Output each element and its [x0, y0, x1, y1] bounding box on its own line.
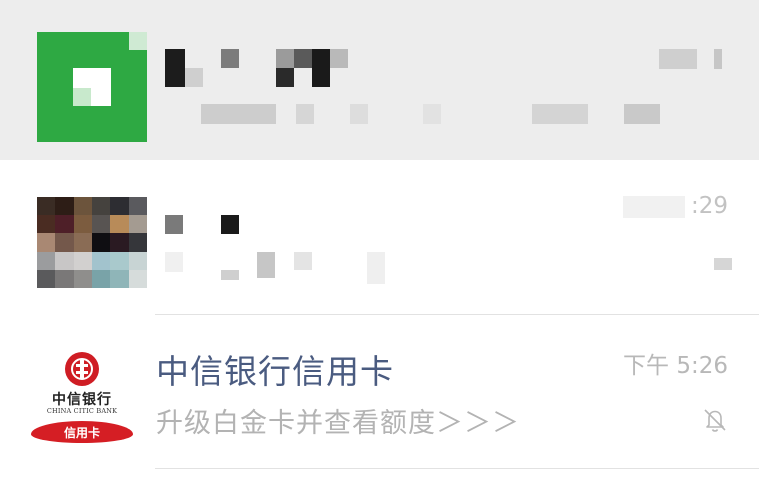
- bell-slash-icon: [704, 409, 726, 432]
- avatar: [37, 197, 147, 288]
- chat-name: 中信银行信用卡: [156, 352, 394, 391]
- avatar-bank-logo: 中信银行 CHINA CITIC BANK 信用卡: [28, 347, 138, 447]
- bank-english-name: CHINA CITIC BANK: [46, 407, 118, 415]
- credit-card-badge: 信用卡: [31, 421, 133, 443]
- chat-preview: 升级白金卡并查看额度＞＞＞: [156, 408, 520, 439]
- chat-time: 下午 5:26: [623, 353, 728, 379]
- chat-row-1[interactable]: [0, 0, 759, 160]
- avatar: [37, 32, 147, 142]
- chat-time: :29: [690, 193, 728, 219]
- bank-logo-icon: [65, 352, 99, 386]
- bank-name: 中信银行: [52, 392, 112, 408]
- divider: [155, 468, 759, 469]
- credit-card-badge-label: 信用卡: [63, 426, 100, 440]
